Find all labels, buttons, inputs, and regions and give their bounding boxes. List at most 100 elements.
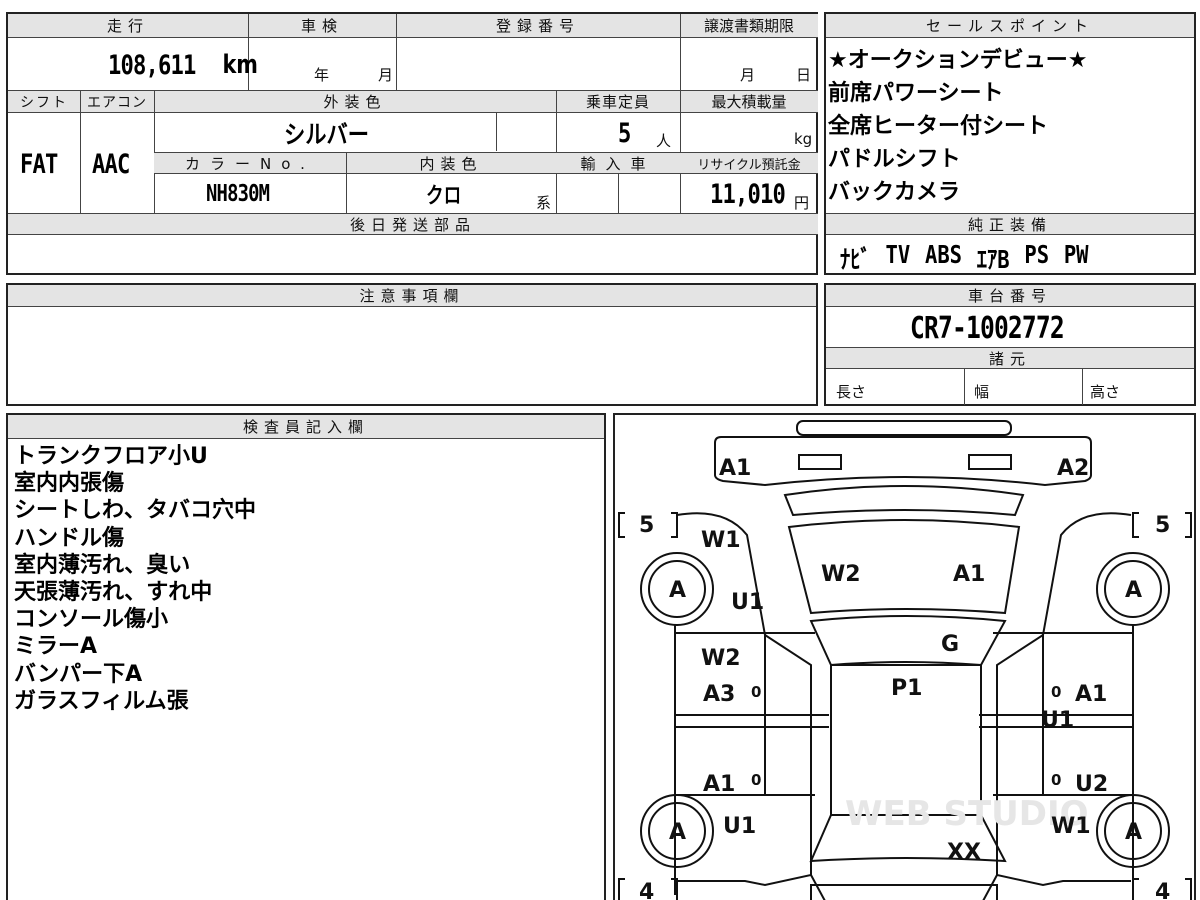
inspector-line: トランクフロア小U xyxy=(14,444,208,469)
mileage-header: 走行 xyxy=(8,14,248,38)
inspector-line: コンソール傷小 xyxy=(14,607,169,633)
inspector-line: 室内薄汚れ、臭い xyxy=(14,552,191,578)
later-parts-header: 後日発送部品 xyxy=(8,213,818,235)
mileage-unit: km xyxy=(222,50,258,80)
zero-mark: 0 xyxy=(751,683,761,701)
equipment-item: ABS xyxy=(924,240,963,269)
spec-height: 高さ xyxy=(1090,383,1121,401)
transfer-deadline-header: 譲渡書類期限 xyxy=(680,14,818,38)
sales-points-panel: セールスポイント ★オークションデビュー★ 前席パワーシート 全席ヒーター付シー… xyxy=(824,12,1196,275)
shift-value: FAT xyxy=(20,148,58,180)
spec-width: 幅 xyxy=(974,383,990,401)
inspector-panel: 検査員記入欄 トランクフロア小U 室内内張傷 シートしわ、タバコ穴中 ハンドル傷… xyxy=(6,413,606,900)
mark-fender-left-u: U1 xyxy=(731,590,764,615)
sales-point-item: ★オークションデビュー★ xyxy=(828,48,1088,73)
equipment-item: TV xyxy=(885,240,911,269)
sales-point-item: 全席ヒーター付シート xyxy=(828,114,1049,139)
reg-no-header: 登録番号 xyxy=(396,14,680,38)
mark-door-fr-u: U1 xyxy=(1041,708,1074,733)
equipment-item: PW xyxy=(1063,240,1089,269)
ac-header: エアコン xyxy=(80,91,154,113)
inspector-line: ガラスフィルム張 xyxy=(14,688,189,714)
capacity-unit: 人 xyxy=(656,132,672,150)
wheel-fr-mark: A xyxy=(1125,578,1142,603)
tire-left-rear: 4 xyxy=(639,880,654,900)
inspector-header: 検査員記入欄 xyxy=(8,415,604,439)
transfer-day: 日 xyxy=(796,66,812,84)
notes-header: 注意事項欄 xyxy=(8,285,816,307)
mark-front-left: A1 xyxy=(719,456,751,481)
capacity-header: 乗車定員 xyxy=(556,91,680,113)
capacity-value: 5 xyxy=(618,117,631,149)
inspector-line: ミラーA xyxy=(14,634,98,660)
import-header: 輸入車 xyxy=(556,152,680,174)
mark-hood-w: W2 xyxy=(821,562,861,587)
inspector-line: バンパー下A xyxy=(14,661,143,687)
load-header: 最大積載量 xyxy=(680,91,818,113)
equipment-item: PS xyxy=(1024,240,1050,269)
equipment-header: 純正装備 xyxy=(826,213,1194,235)
equipment-item: ｴｱB xyxy=(976,245,1010,274)
chassis-panel: 車台番号 CR7-1002772 諸元 長さ 幅 高さ xyxy=(824,283,1196,406)
tire-right-rear: 4 xyxy=(1155,880,1170,900)
sales-points-list: ★オークションデビュー★ 前席パワーシート 全席ヒーター付シート パドルシフト … xyxy=(828,44,1087,209)
notes-panel: 注意事項欄 xyxy=(6,283,818,406)
mark-rear: XX xyxy=(947,840,981,865)
recycle-value: 11,010 xyxy=(710,178,786,210)
mark-door-rr-u: U2 xyxy=(1075,772,1108,797)
chassis-header: 車台番号 xyxy=(826,285,1194,307)
mark-rear-left-u: U1 xyxy=(723,814,756,839)
zero-mark: 0 xyxy=(1051,683,1061,701)
zero-mark: 0 xyxy=(751,771,761,789)
ac-value: AAC xyxy=(92,148,130,180)
recycle-unit: 円 xyxy=(794,194,810,212)
shift-header: シフト xyxy=(8,91,80,113)
mark-rear-right-w: W1 xyxy=(1051,814,1091,839)
shaken-year: 年 xyxy=(314,66,330,84)
sales-point-item: 前席パワーシート xyxy=(828,81,1004,106)
mark-door-fl-a: A3 xyxy=(703,682,735,707)
color-no-value: NH830M xyxy=(206,181,270,207)
shaken-header: 車検 xyxy=(248,14,396,38)
inspector-line: 天張薄汚れ、すれ中 xyxy=(14,580,213,606)
sales-point-item: パドルシフト xyxy=(828,147,961,172)
inspector-line: シートしわ、タバコ穴中 xyxy=(14,498,257,524)
wheel-rr-mark: A xyxy=(1125,820,1142,845)
exterior-header: 外装色 xyxy=(154,91,556,113)
sales-point-item: バックカメラ xyxy=(828,180,961,205)
tire-left-front: 5 xyxy=(639,513,654,538)
mark-front-right: A2 xyxy=(1057,456,1089,481)
shaken-month: 月 xyxy=(378,66,394,84)
recycle-header: リサイクル預託金 xyxy=(680,152,818,174)
specs-header: 諸元 xyxy=(826,347,1194,369)
zero-mark: 0 xyxy=(1051,771,1061,789)
exterior-value: シルバー xyxy=(284,120,370,149)
tire-right-front: 5 xyxy=(1155,513,1170,538)
transfer-month: 月 xyxy=(740,66,756,84)
wheel-rl-mark: A xyxy=(669,820,686,845)
inspector-line: ハンドル傷 xyxy=(14,525,125,551)
load-unit: kg xyxy=(794,130,813,148)
color-no-header: カラーNo. xyxy=(154,152,346,174)
chassis-number: CR7-1002772 xyxy=(910,310,1065,346)
wheel-fl-mark: A xyxy=(669,578,686,603)
mileage-value: 108,611 xyxy=(108,49,196,81)
mark-windshield: G xyxy=(941,632,959,657)
mark-door-rl-a: A1 xyxy=(703,772,735,797)
mark-door-fr-a: A1 xyxy=(1075,682,1107,707)
car-diagram: WEB STUDIO 5 5 4 4 A A A A A1 A2 W1 W2 A… xyxy=(618,420,1192,900)
sales-points-header: セールスポイント xyxy=(826,14,1194,38)
inspector-line: 室内内張傷 xyxy=(14,471,125,497)
equipment-list: ﾅﾋﾞ TV ABS ｴｱB PS PW xyxy=(840,240,1089,276)
interior-suffix: 系 xyxy=(536,194,552,212)
vehicle-info-panel: 走行 車検 登録番号 譲渡書類期限 108,611 km 年 月 月 日 シフト… xyxy=(6,12,818,275)
mark-door-fl-w: W2 xyxy=(701,646,741,671)
car-diagram-panel: WEB STUDIO 5 5 4 4 A A A A A1 A2 W1 W2 A… xyxy=(613,413,1196,900)
mark-fender-left: W1 xyxy=(701,528,741,553)
inspector-notes: トランクフロア小U 室内内張傷 シートしわ、タバコ穴中 ハンドル傷 室内薄汚れ、… xyxy=(14,443,256,715)
interior-header: 内装色 xyxy=(346,152,556,174)
mark-hood-a: A1 xyxy=(953,562,985,587)
equipment-item: ﾅﾋﾞ xyxy=(840,245,871,274)
interior-value: クロ xyxy=(426,184,462,209)
mark-roof: P1 xyxy=(891,676,922,701)
